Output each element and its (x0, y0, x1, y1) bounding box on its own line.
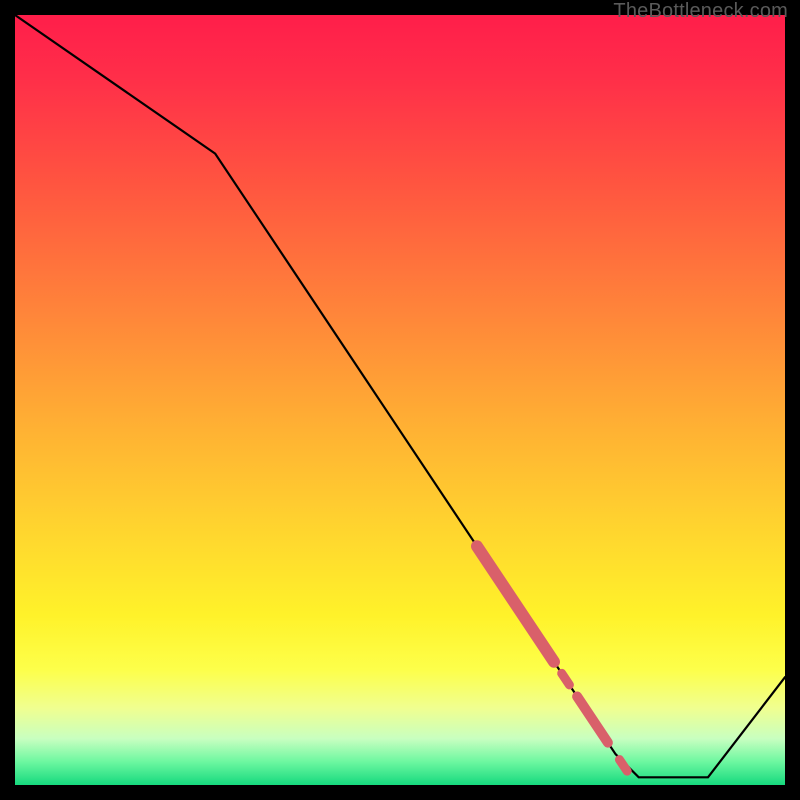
chart-svg (15, 15, 785, 785)
highlight-segment (619, 760, 627, 772)
chart-container: TheBottleneck.com (0, 0, 800, 800)
highlight-segment (477, 546, 554, 662)
watermark-text: TheBottleneck.com (613, 0, 788, 23)
bottleneck-curve-line (15, 15, 785, 777)
highlight-segment (577, 696, 608, 742)
highlight-segments (477, 546, 627, 771)
highlight-segment (562, 673, 570, 685)
